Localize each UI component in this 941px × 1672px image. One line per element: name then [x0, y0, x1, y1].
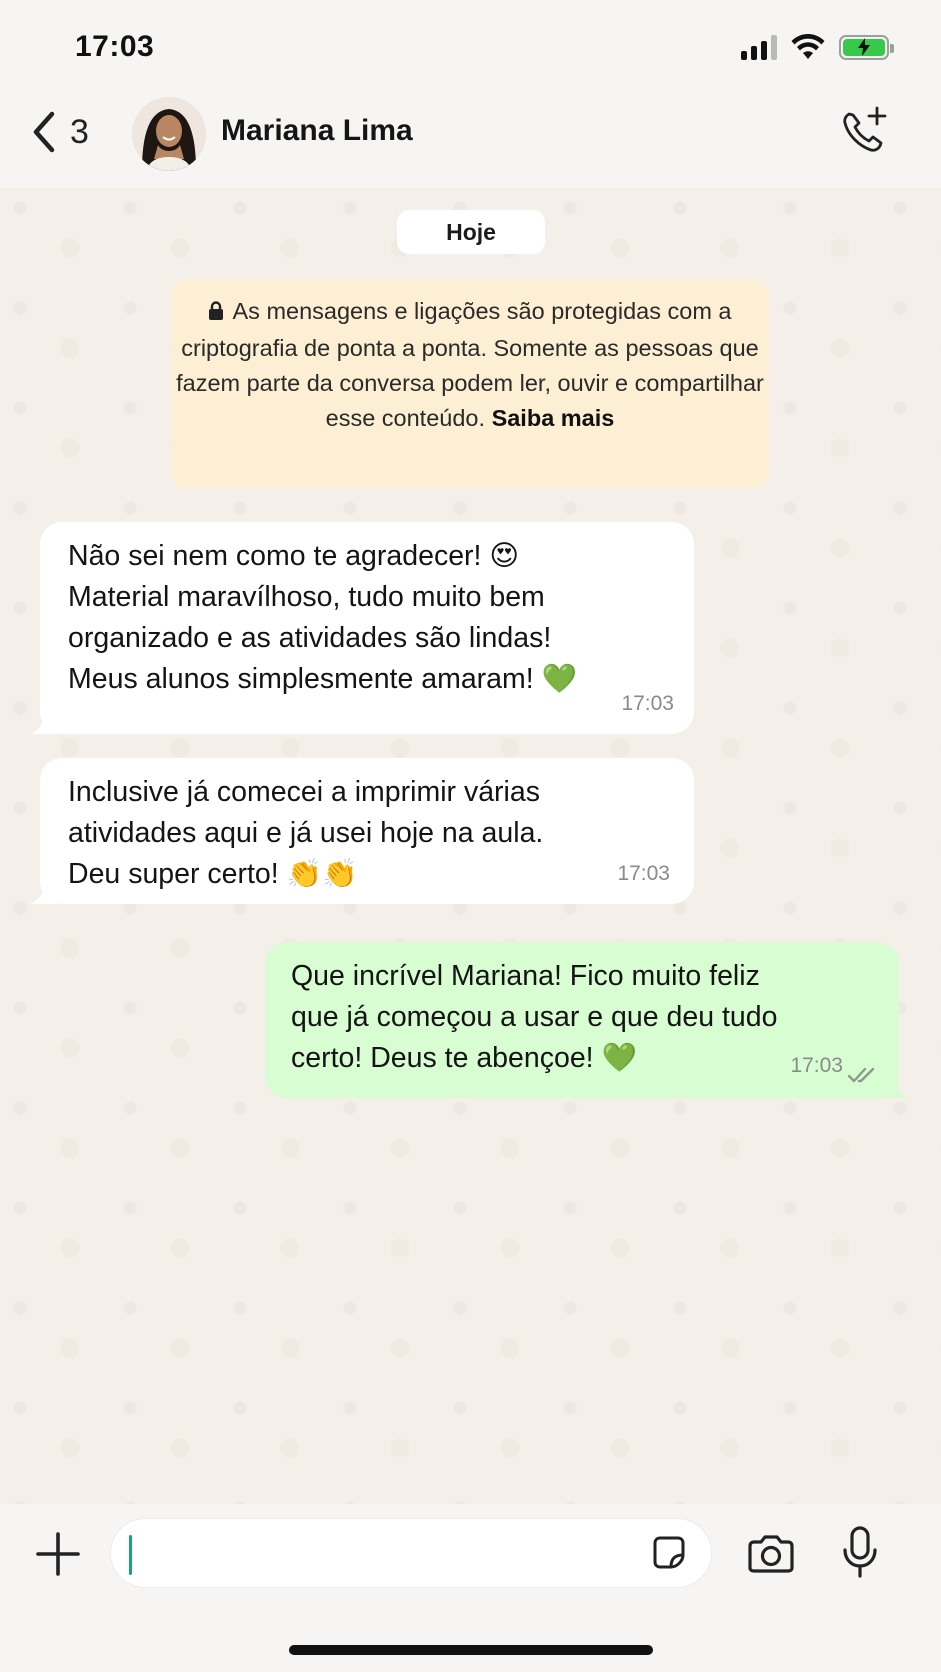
camera-icon [748, 1535, 794, 1573]
lock-icon [208, 296, 224, 331]
status-bar: 17:03 [0, 0, 941, 92]
message-input[interactable] [110, 1518, 712, 1588]
unread-count: 3 [70, 112, 89, 151]
status-icons [741, 34, 894, 60]
bubble-tail [30, 882, 56, 904]
chevron-left-icon [33, 111, 55, 153]
composer-bar [0, 1504, 941, 1672]
status-time: 17:03 [75, 30, 155, 63]
microphone-button[interactable] [842, 1526, 878, 1585]
message-text: Inclusive já comecei a imprimir várias a… [68, 776, 544, 890]
phone-plus-icon [843, 106, 887, 152]
encryption-text: As mensagens e ligações são protegidas c… [176, 298, 764, 431]
sticker-button[interactable] [649, 1533, 689, 1578]
wifi-icon [791, 34, 825, 59]
plus-icon [36, 1532, 80, 1576]
message-time: 17:03 [617, 862, 670, 885]
message-bubble-incoming[interactable]: Inclusive já comecei a imprimir várias a… [30, 758, 694, 904]
encryption-notice[interactable]: As mensagens e ligações são protegidas c… [171, 280, 769, 488]
microphone-icon [843, 1526, 877, 1578]
message-time: 17:03 [621, 692, 674, 715]
text-caret [129, 1535, 132, 1575]
bubble-tail [30, 712, 56, 734]
message-text: Que incrível Mariana! Fico muito feliz q… [291, 960, 778, 1074]
contact-name[interactable]: Mariana Lima [221, 114, 413, 148]
message-bubble-outgoing[interactable]: Que incrível Mariana! Fico muito feliz q… [265, 942, 909, 1098]
sticker-icon [653, 1536, 685, 1569]
learn-more-link[interactable]: Saiba mais [492, 405, 615, 431]
chat-area[interactable]: Hoje As mensagens e ligações são protegi… [0, 188, 941, 1504]
add-call-button[interactable] [839, 106, 889, 161]
message-time: 17:03 [790, 1054, 843, 1077]
home-indicator[interactable] [289, 1645, 653, 1655]
message-text: Não sei nem como te agradecer! 😍 Materia… [68, 540, 578, 695]
cellular-signal-icon [741, 34, 777, 60]
battery-icon [839, 34, 894, 60]
bubble-tail [883, 1076, 909, 1098]
attach-button[interactable] [36, 1532, 80, 1581]
camera-button[interactable] [746, 1534, 796, 1579]
back-button[interactable]: 3 [30, 110, 89, 154]
message-bubble-incoming[interactable]: Não sei nem como te agradecer! 😍 Materia… [30, 522, 694, 734]
avatar[interactable] [132, 97, 206, 171]
read-receipt-icon [847, 1067, 875, 1083]
chat-header: 3 Mariana Lima [0, 92, 941, 188]
date-chip: Hoje [397, 210, 545, 254]
